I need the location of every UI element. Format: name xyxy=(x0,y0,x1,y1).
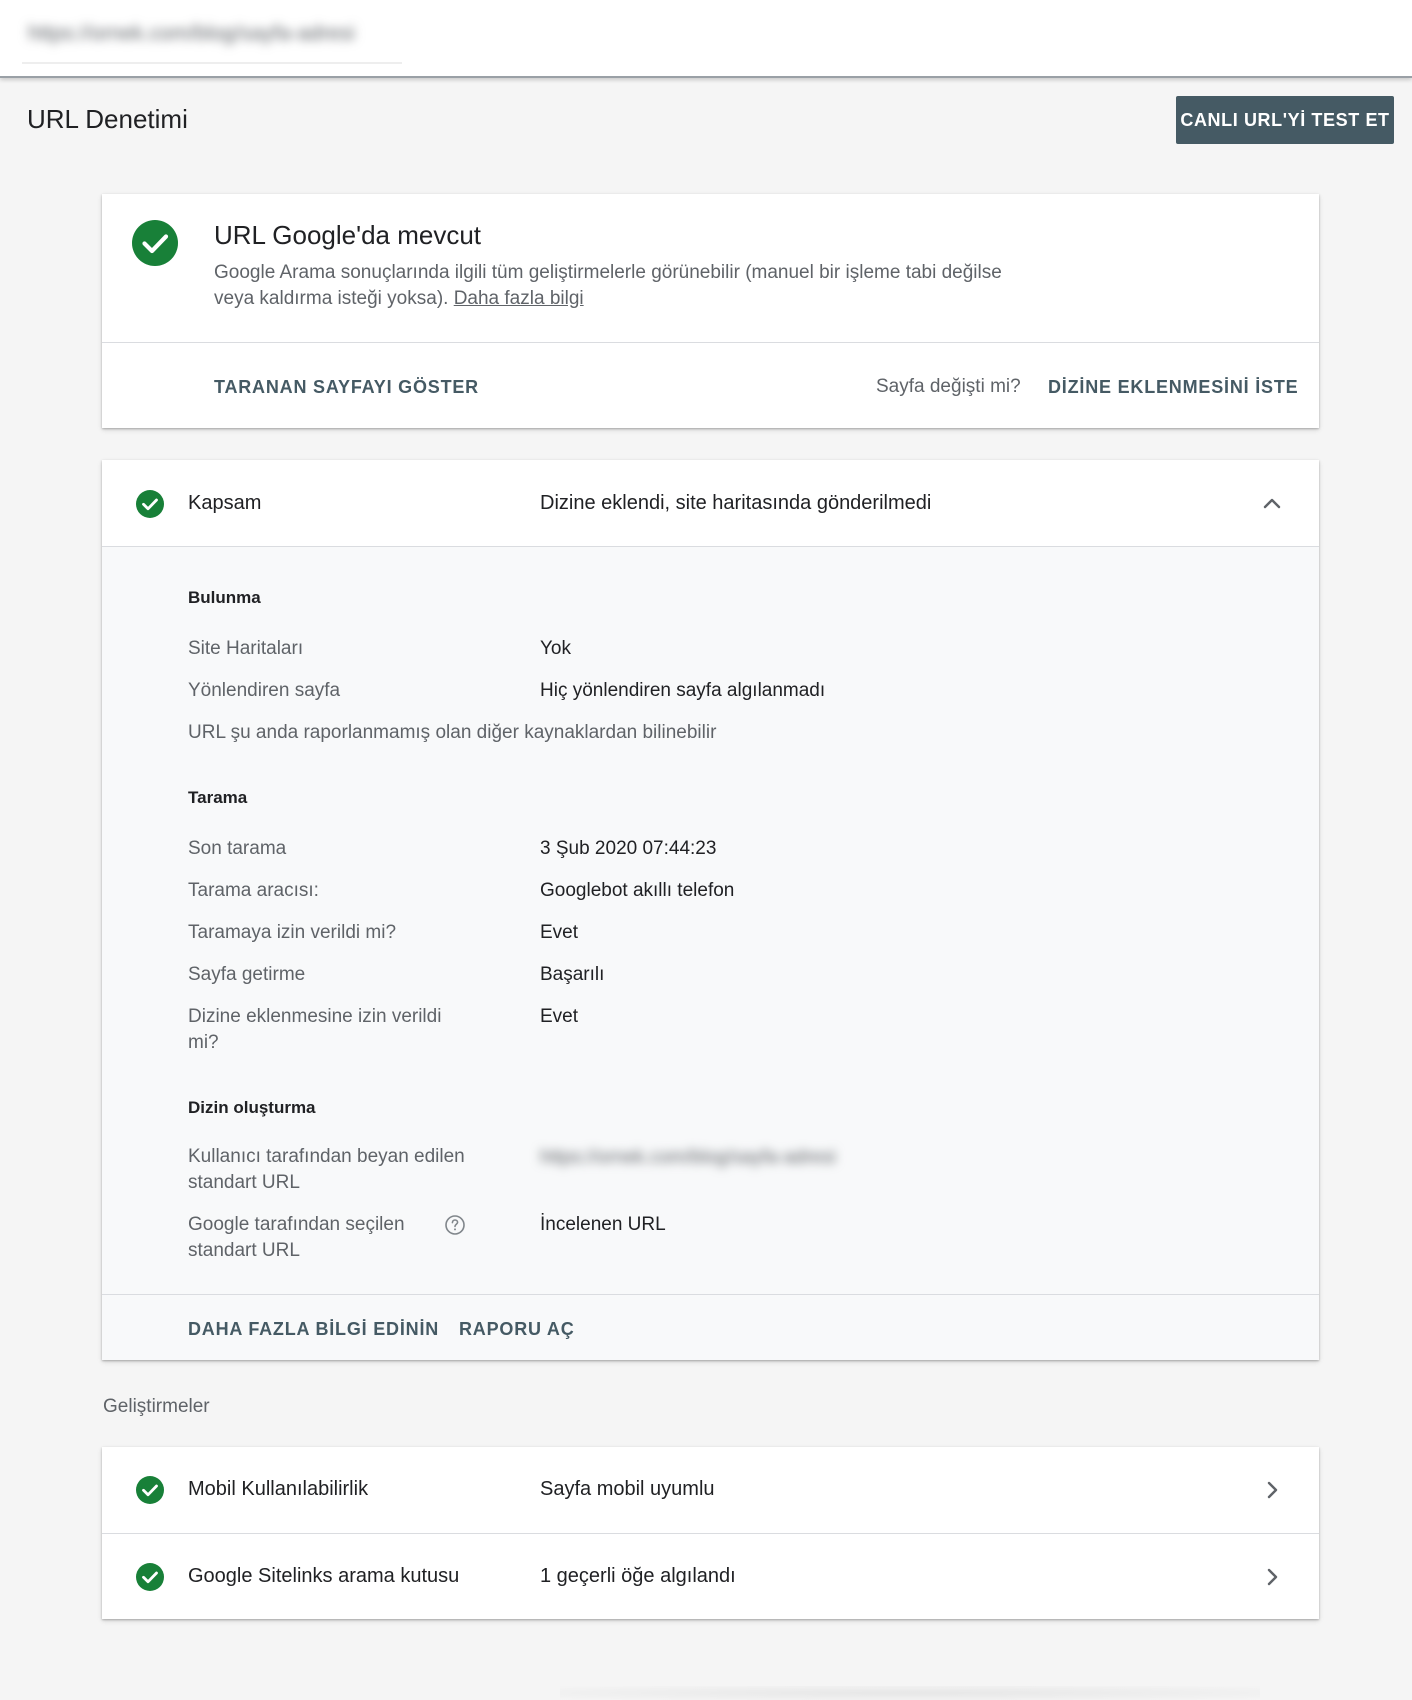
google-canonical-value: İncelenen URL xyxy=(540,1214,666,1235)
chevron-right-icon[interactable] xyxy=(1261,1566,1283,1588)
page-title: URL Denetimi xyxy=(27,104,188,134)
chevron-right-icon[interactable] xyxy=(1261,1479,1283,1501)
page-changed-question: Sayfa değişti mi? xyxy=(876,376,1021,397)
enhancement-row-sitelinks-searchbox[interactable]: Google Sitelinks arama kutusu 1 geçerli … xyxy=(102,1533,1319,1619)
request-indexing-button[interactable]: DİZİNE EKLENMESİNİ İSTE xyxy=(1048,377,1298,398)
open-report-button[interactable]: RAPORU AÇ xyxy=(459,1319,575,1340)
discovery-note: URL şu anda raporlanmamış olan diğer kay… xyxy=(188,722,717,743)
enhancement-status: 1 geçerli öğe algılandı xyxy=(540,1565,736,1587)
last-crawl-label: Son tarama xyxy=(188,838,287,859)
enhancements-card: Mobil Kullanılabilirlik Sayfa mobil uyum… xyxy=(102,1447,1319,1619)
crawl-heading: Tarama xyxy=(188,788,248,807)
last-crawl-value: 3 Şub 2020 07:44:23 xyxy=(540,838,717,859)
crawl-allowed-label: Taramaya izin verildi mi? xyxy=(188,922,397,943)
user-canonical-label: Kullanıcı tarafından beyan edilen standa… xyxy=(188,1146,465,1193)
check-circle-icon xyxy=(136,1563,164,1591)
enhancement-title: Google Sitelinks arama kutusu xyxy=(188,1565,460,1587)
status-card: URL Google'da mevcut Google Arama sonuçl… xyxy=(102,194,1319,428)
discovery-heading: Bulunma xyxy=(188,588,261,607)
enhancement-status: Sayfa mobil uyumlu xyxy=(540,1478,715,1500)
indexing-allowed-label: Dizine eklenmesine izin verildi mi? xyxy=(188,1006,442,1053)
enhancement-row-mobile-usability[interactable]: Mobil Kullanılabilirlik Sayfa mobil uyum… xyxy=(102,1447,1319,1533)
page-fetch-label: Sayfa getirme xyxy=(188,964,306,985)
enhancement-title: Mobil Kullanılabilirlik xyxy=(188,1478,369,1500)
referring-page-value: Hiç yönlendiren sayfa algılanmadı xyxy=(540,680,826,701)
indexing-allowed-value: Evet xyxy=(540,1006,579,1027)
coverage-status: Dizine eklendi, site haritasında gönderi… xyxy=(540,492,932,514)
user-canonical-value: https://ornek.com/blog/sayfa-adresi xyxy=(540,1147,836,1168)
chevron-up-icon[interactable] xyxy=(1261,493,1283,515)
indexing-heading: Dizin oluşturma xyxy=(188,1098,316,1117)
learn-more-button[interactable]: DAHA FAZLA BİLGİ EDİNİN xyxy=(188,1319,439,1340)
divider xyxy=(102,342,1319,343)
coverage-header[interactable]: Kapsam Dizine eklendi, site haritasında … xyxy=(102,460,1319,547)
bottom-shadow xyxy=(560,1686,1260,1700)
coverage-card: Kapsam Dizine eklendi, site haritasında … xyxy=(102,460,1319,1360)
coverage-title: Kapsam xyxy=(188,492,262,514)
crawled-as-value: Googlebot akıllı telefon xyxy=(540,880,735,901)
inspected-url: https://ornek.com/blog/sayfa-adresi xyxy=(28,22,355,45)
url-bar[interactable]: https://ornek.com/blog/sayfa-adresi xyxy=(0,0,1412,78)
crawl-allowed-value: Evet xyxy=(540,922,579,943)
enhancements-heading: Geliştirmeler xyxy=(103,1396,210,1417)
coverage-details: Bulunma Site Haritaları Yok Yönlendiren … xyxy=(102,547,1319,1294)
page-fetch-value: Başarılı xyxy=(540,964,605,985)
crawled-as-label: Tarama aracısı: xyxy=(188,880,319,901)
view-crawled-page-button[interactable]: TARANAN SAYFAYI GÖSTER xyxy=(214,377,479,398)
coverage-footer: DAHA FAZLA BİLGİ EDİNİN RAPORU AÇ xyxy=(102,1294,1319,1360)
learn-more-link[interactable]: Daha fazla bilgi xyxy=(454,288,584,309)
test-live-url-button[interactable]: CANLI URL'Yİ TEST ET xyxy=(1176,96,1394,144)
check-circle-icon xyxy=(136,490,164,518)
url-underline xyxy=(22,62,402,64)
google-canonical-label: Google tarafından seçilen standart URL xyxy=(188,1214,405,1261)
sitemaps-label: Site Haritaları xyxy=(188,638,304,659)
status-description-text: Google Arama sonuçlarında ilgili tüm gel… xyxy=(214,262,1002,309)
referring-page-label: Yönlendiren sayfa xyxy=(188,680,341,701)
sitemaps-value: Yok xyxy=(540,638,571,659)
status-description: Google Arama sonuçlarında ilgili tüm gel… xyxy=(214,260,1004,312)
status-title: URL Google'da mevcut xyxy=(214,220,482,250)
help-icon[interactable] xyxy=(444,1214,466,1236)
check-circle-icon xyxy=(136,1476,164,1504)
check-circle-icon xyxy=(132,220,178,266)
